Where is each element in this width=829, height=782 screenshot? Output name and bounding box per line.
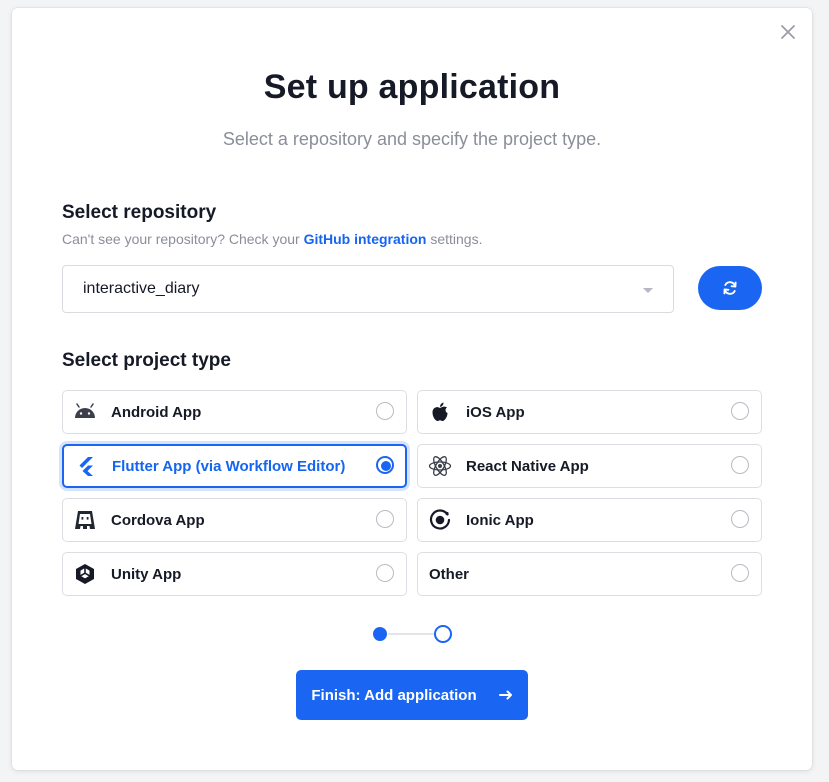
- option-label: Android App: [111, 403, 202, 421]
- radio-button[interactable]: [731, 402, 749, 420]
- arrow-right-icon: [498, 690, 513, 700]
- finish-button-label: Finish: Add application: [311, 686, 477, 704]
- step-2-dot: [434, 625, 452, 643]
- option-cordova-app[interactable]: Cordova App: [62, 498, 407, 542]
- option-other[interactable]: Other: [417, 552, 762, 596]
- option-label: Ionic App: [466, 511, 534, 529]
- page-subtitle: Select a repository and specify the proj…: [222, 129, 602, 149]
- option-label: Cordova App: [111, 511, 205, 529]
- apple-icon: [428, 400, 452, 424]
- finish-add-application-button[interactable]: Finish: Add application: [296, 670, 528, 720]
- option-label: Flutter App (via Workflow Editor): [112, 457, 346, 475]
- android-icon: [73, 400, 97, 424]
- option-label: React Native App: [466, 457, 589, 475]
- option-ionic-app[interactable]: Ionic App: [417, 498, 762, 542]
- radio-button[interactable]: [376, 510, 394, 528]
- radio-button[interactable]: [731, 510, 749, 528]
- chevron-down-icon: [643, 288, 653, 293]
- refresh-icon: [723, 281, 737, 295]
- repository-hint: Can't see your repository? Check your Gi…: [62, 231, 482, 247]
- github-integration-link[interactable]: GitHub integration: [304, 231, 427, 247]
- flutter-icon: [74, 454, 98, 478]
- ionic-icon: [428, 508, 452, 532]
- repository-select-value: interactive_diary: [83, 280, 200, 297]
- react-icon: [428, 454, 452, 478]
- close-icon[interactable]: [780, 24, 796, 40]
- step-indicator: [372, 625, 462, 643]
- option-android-app[interactable]: Android App: [62, 390, 407, 434]
- hint-suffix: settings.: [426, 231, 483, 247]
- refresh-repositories-button[interactable]: [698, 266, 762, 310]
- unity-icon: [73, 562, 97, 586]
- step-1-dot: [373, 627, 387, 641]
- hint-prefix: Can't see your repository? Check your: [62, 231, 304, 247]
- option-react-native-app[interactable]: React Native App: [417, 444, 762, 488]
- radio-button[interactable]: [376, 402, 394, 420]
- option-label: iOS App: [466, 403, 525, 421]
- option-label: Other: [429, 565, 470, 583]
- radio-button[interactable]: [731, 564, 749, 582]
- step-connector: [388, 633, 434, 635]
- option-flutter-app[interactable]: Flutter App (via Workflow Editor): [62, 444, 407, 488]
- radio-button[interactable]: [376, 564, 394, 582]
- project-type-options: Android App iOS App Flutter App (via Wor…: [62, 390, 762, 596]
- radio-button[interactable]: [376, 456, 394, 474]
- project-type-section-title: Select project type: [62, 350, 231, 371]
- repository-select[interactable]: interactive_diary: [62, 265, 674, 313]
- repository-section-title: Select repository: [62, 202, 217, 223]
- page-title: Set up application: [263, 68, 561, 106]
- radio-button[interactable]: [731, 456, 749, 474]
- setup-modal: Set up application Select a repository a…: [12, 8, 812, 770]
- option-label: Unity App: [111, 565, 182, 583]
- option-ios-app[interactable]: iOS App: [417, 390, 762, 434]
- cordova-icon: [73, 508, 97, 532]
- option-unity-app[interactable]: Unity App: [62, 552, 407, 596]
